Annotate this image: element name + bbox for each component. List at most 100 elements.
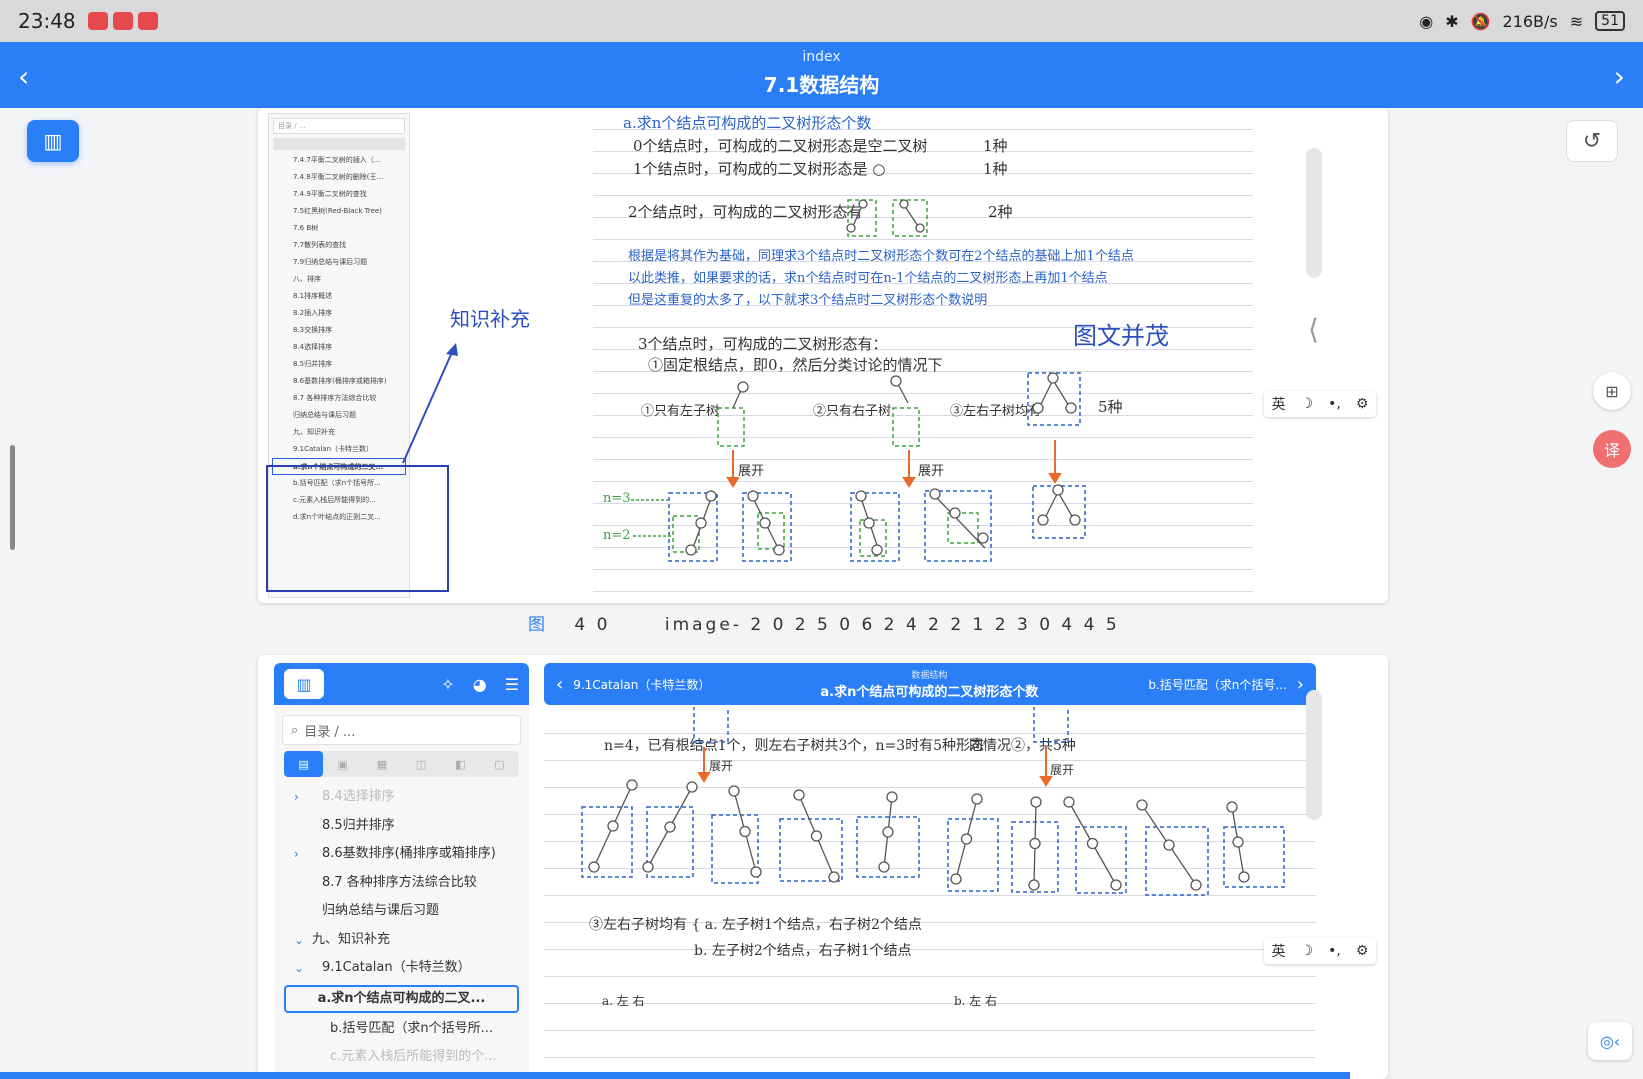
toc-header: ▥ ✧ ◕ ☰ xyxy=(274,663,529,705)
moon-icon[interactable]: ☽ xyxy=(1301,943,1314,959)
tree-node xyxy=(1029,837,1041,850)
scroll-rail[interactable] xyxy=(1306,690,1322,820)
prev-section[interactable]: 9.1Catalan（卡特兰数） xyxy=(573,676,710,693)
tree-node xyxy=(686,781,698,793)
ime-toolbar[interactable]: 英 ☽ •, ⚙ xyxy=(1264,391,1376,417)
chevron-icon[interactable]: › xyxy=(294,783,299,812)
tree-node xyxy=(960,833,973,845)
punct-icon[interactable]: •, xyxy=(1328,396,1341,412)
scroll-rail[interactable] xyxy=(1306,148,1322,278)
tree-node xyxy=(607,820,619,832)
grid-add-icon[interactable]: ⊞ xyxy=(1593,372,1631,410)
tree-diagrams xyxy=(631,199,1086,562)
toc-item[interactable]: b.括号匹配（求n个括号所... xyxy=(274,1015,529,1044)
toc-item-label: 8.5归并排序 xyxy=(322,817,395,833)
settings-icon[interactable]: ⚙ xyxy=(1356,943,1369,959)
tree-node xyxy=(1028,879,1040,891)
moon-icon[interactable]: ☽ xyxy=(1301,396,1314,412)
search-placeholder: 目录 / ... xyxy=(304,724,356,740)
notification-icon xyxy=(87,12,108,30)
tree-node xyxy=(750,866,762,878)
tree-node xyxy=(1030,796,1042,808)
ime-lang[interactable]: 英 xyxy=(1272,394,1286,414)
toc-item: 八、排序 xyxy=(293,275,321,283)
scrollbar[interactable] xyxy=(10,445,15,550)
map-icon[interactable]: ▥ xyxy=(27,120,79,162)
tree-node xyxy=(1086,837,1099,850)
toc-item[interactable]: ⌄ 九、知识补充 xyxy=(274,926,529,955)
image-icon: 图 xyxy=(528,615,548,635)
caption-name: image- 2 0 2 5 0 6 2 4 2 2 1 2 3 0 4 4 5 xyxy=(664,615,1120,635)
toc-item-label: 8.7 各种排序方法综合比较 xyxy=(322,874,477,890)
tab-image-icon[interactable]: ▣ xyxy=(323,751,362,777)
toc-item: 8.6基数排序(桶排序或箱排序) xyxy=(293,377,387,385)
map-icon[interactable]: ▥ xyxy=(284,669,324,699)
toc-panel: ▥ ✧ ◕ ☰ ⌕ 目录 / ... ▤ ▣ ▦ ◫ ◧ ▢ › 8.4选择排序 8… xyxy=(274,663,529,1079)
forward-arrow-icon[interactable]: › xyxy=(1614,60,1625,93)
toc-tabs xyxy=(273,138,405,150)
notes-page: n=4，已有根结点1个，则左右子树共3个，n=3时有5种形态 同情况②，共5种 … xyxy=(544,707,1316,1079)
tree-node xyxy=(882,826,894,838)
chevron-icon[interactable]: ⌄ xyxy=(294,954,304,983)
clock: 23:48 xyxy=(18,9,76,33)
toc-item-label: c.元素入栈后所能得到的个... xyxy=(330,1049,497,1064)
translate-icon[interactable]: 译 xyxy=(1593,430,1631,468)
toc-item[interactable]: › 8.4选择排序 xyxy=(274,783,529,812)
image-2: ▥ ✧ ◕ ☰ ⌕ 目录 / ... ▤ ▣ ▦ ◫ ◧ ▢ › 8.4选择排序 8… xyxy=(258,655,1388,1079)
toc-search[interactable]: ⌕ 目录 / ... xyxy=(282,715,521,745)
toc-item-label: 九、知识补充 xyxy=(312,931,391,947)
image-1: 目录 / ... 7.4.7平衡二叉树的插入（... 7.4.8平衡二叉树的删除(… xyxy=(258,108,1388,603)
toc-item[interactable]: › 8.6基数排序(桶排序或箱排序) xyxy=(274,840,529,869)
next-icon[interactable]: › xyxy=(1297,674,1304,695)
top-bar: ‹ index 7.1数据结构 › xyxy=(0,42,1643,108)
tab-page-icon[interactable]: ◫ xyxy=(402,751,441,777)
toc-item-label: 8.4选择排序 xyxy=(322,789,395,804)
wand-icon[interactable]: ✧ xyxy=(441,675,454,694)
tree-node xyxy=(828,871,840,883)
tab-box-icon[interactable]: ▢ xyxy=(480,751,519,777)
collapse-arrow-icon[interactable]: ⟨ xyxy=(1308,313,1319,346)
ime-lang[interactable]: 英 xyxy=(1272,941,1286,961)
ime-toolbar[interactable]: 英 ☽ •, ⚙ xyxy=(1264,938,1376,964)
image-caption: 图 4 0 image- 2 0 2 5 0 6 2 4 2 2 1 2 3 0… xyxy=(528,610,1120,635)
sync-icon[interactable]: ◕ xyxy=(473,675,487,694)
status-bar: 23:48 ◉ ✱ 🔕 216B/s ≋ 51 xyxy=(0,0,1643,42)
tree-node xyxy=(642,861,654,873)
note-knowledge: 知识补充 xyxy=(450,307,530,331)
tree-node xyxy=(739,825,751,838)
toc-item: 9.1Catalan（卡特兰数） xyxy=(293,445,374,453)
toc-item-label: a.求n个结点可构成的二叉... xyxy=(317,990,486,1006)
toc-item[interactable]: 8.7 各种排序方法综合比较 xyxy=(274,869,529,898)
layout-icon[interactable]: ☰ xyxy=(505,675,519,694)
punct-icon[interactable]: •, xyxy=(1328,943,1341,959)
net-speed: 216B/s xyxy=(1502,11,1558,31)
settings-icon[interactable]: ⚙ xyxy=(1356,396,1369,412)
tab-split-icon[interactable]: ◧ xyxy=(441,751,480,777)
notification-icon xyxy=(137,12,158,30)
toc-item[interactable]: 8.5归并排序 xyxy=(274,812,529,841)
toc-item[interactable]: c.元素入栈后所能得到的个... xyxy=(274,1043,529,1072)
tab-grid-icon[interactable]: ▦ xyxy=(362,751,401,777)
history-icon[interactable]: ↺ xyxy=(1566,120,1618,162)
globe-icon[interactable]: ◎‹ xyxy=(1588,1022,1632,1060)
doc-header: ‹ 9.1Catalan（卡特兰数） 数据结构 a.求n个结点可构成的二叉树形态… xyxy=(544,663,1316,705)
mute-icon: 🔕 xyxy=(1470,11,1491,31)
chevron-icon[interactable]: ⌄ xyxy=(294,926,304,955)
chevron-icon[interactable]: › xyxy=(294,840,299,869)
toc-item[interactable]: 归纳总结与课后习题 xyxy=(274,897,529,926)
toc-item[interactable]: a.求n个结点可构成的二叉... xyxy=(284,984,519,1013)
toc-item: 8.5归并排序 xyxy=(293,360,333,368)
toc-item: 7.5红黑树(Red-Black Tree) xyxy=(293,207,382,215)
prev-icon[interactable]: ‹ xyxy=(556,674,563,695)
tree-node xyxy=(793,789,805,801)
tree-node xyxy=(1190,879,1202,891)
header-subtitle: index xyxy=(802,49,841,65)
tree-node xyxy=(1232,836,1244,848)
tab-list-icon[interactable]: ▤ xyxy=(284,751,324,777)
tree-diagrams xyxy=(581,707,1285,896)
toc-item[interactable]: ⌄ 9.1Catalan（卡特兰数） xyxy=(274,954,529,983)
next-section[interactable]: b.括号匹配（求n个括号... xyxy=(1148,676,1286,693)
toc-item: 7.4.9平衡二叉树的查找 xyxy=(293,190,367,198)
notes-page: a.求n个结点可构成的二叉树形态个数 0个结点时，可构成的二叉树形态是空二叉树 … xyxy=(593,108,1253,603)
tree-node xyxy=(1136,799,1148,811)
